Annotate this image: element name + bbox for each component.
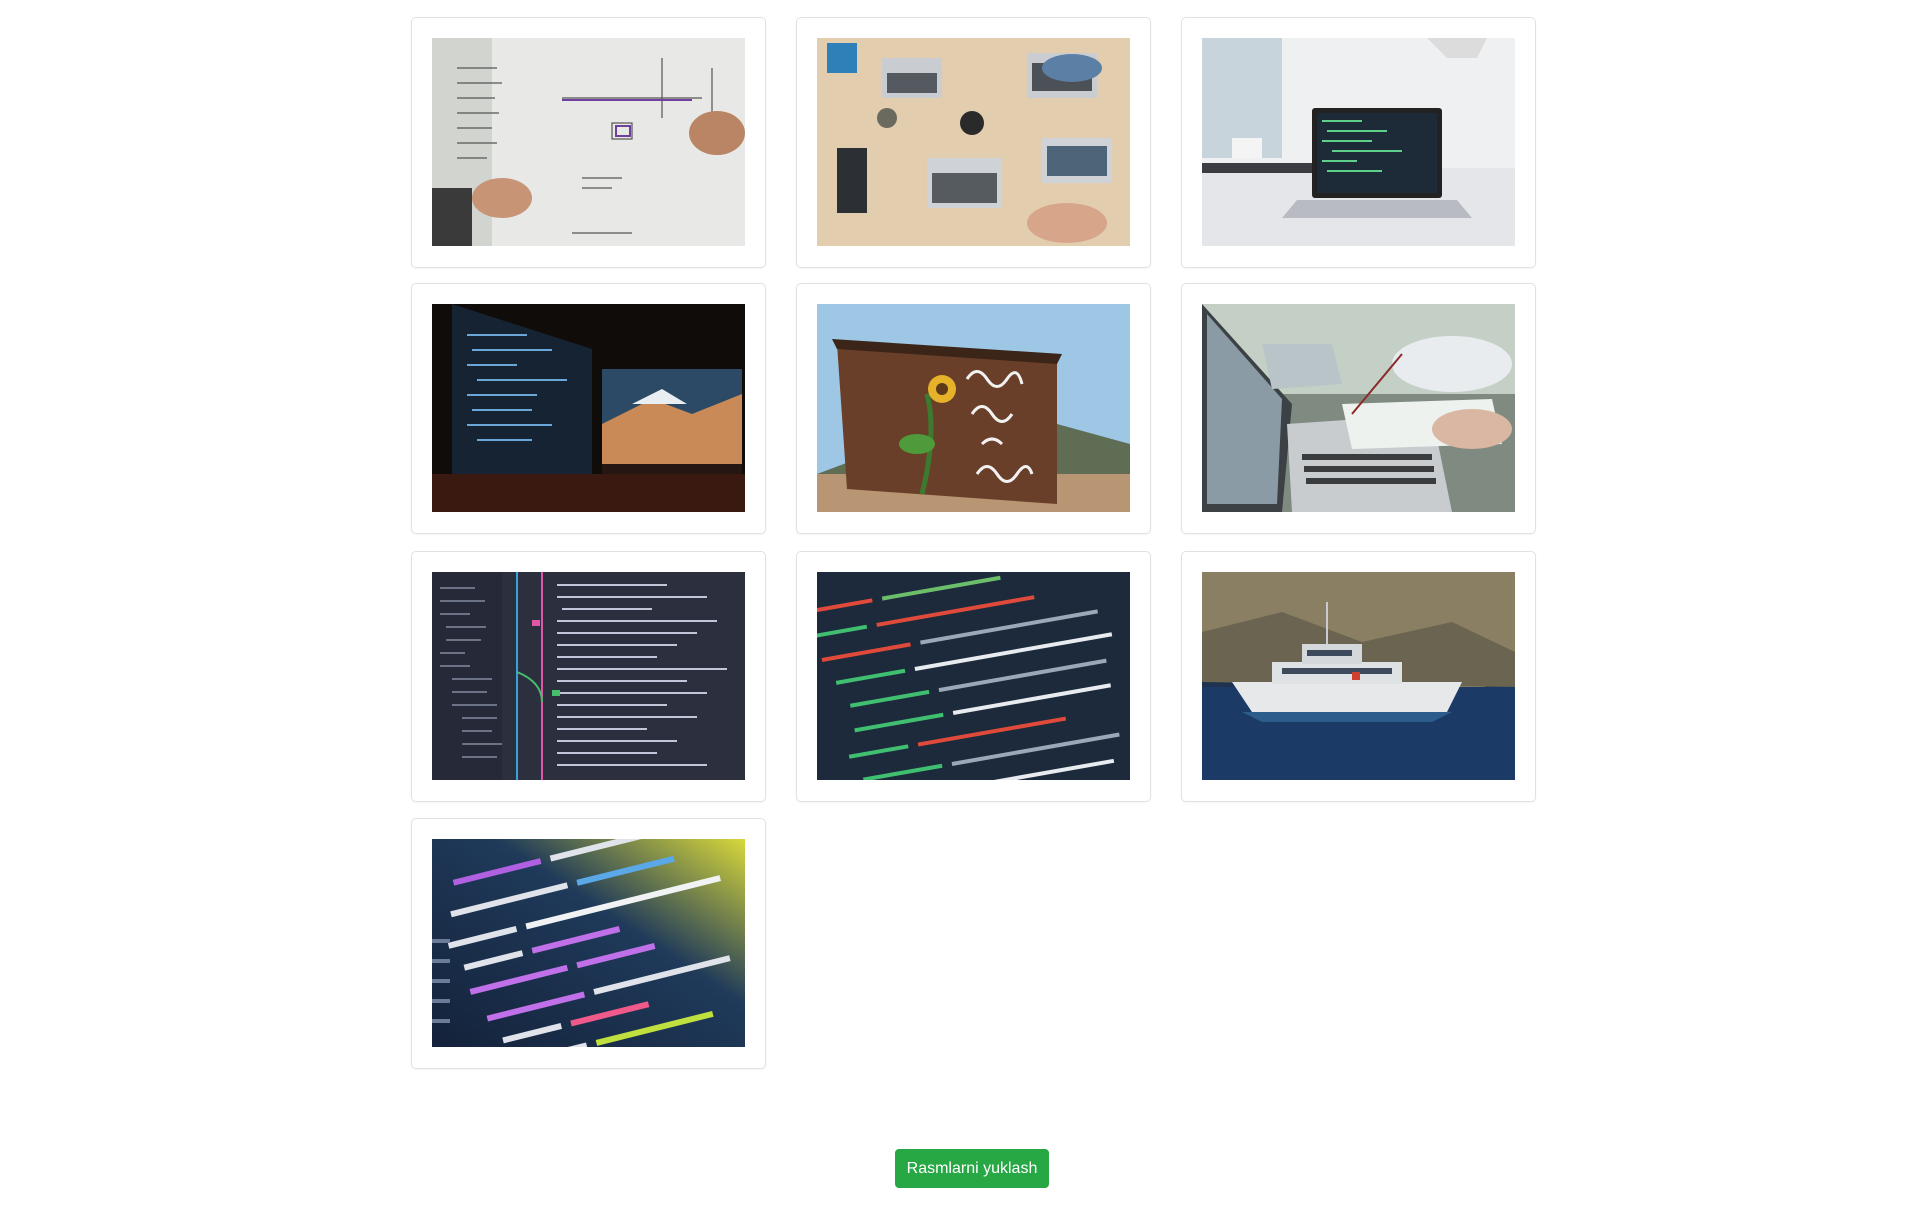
php-code-image: [432, 839, 745, 1047]
svg-code-image: [817, 572, 1130, 780]
gallery-card[interactable]: [1181, 283, 1536, 534]
gallery-card[interactable]: [411, 818, 766, 1069]
dual-monitor-image: [432, 304, 745, 512]
gallery-card[interactable]: [796, 17, 1151, 268]
gallery-card[interactable]: [411, 17, 766, 268]
gallery-card[interactable]: [796, 283, 1151, 534]
gallery-image[interactable]: [817, 572, 1130, 780]
laptop-code-image: [1202, 38, 1515, 246]
upload-images-button[interactable]: Rasmlarni yuklash: [895, 1149, 1049, 1188]
gallery-image[interactable]: [1202, 38, 1515, 246]
laptop-paperwork-image: [1202, 304, 1515, 512]
gallery-image[interactable]: [432, 572, 745, 780]
git-editor-image: [432, 572, 745, 780]
gallery-card[interactable]: [1181, 17, 1536, 268]
gallery-card[interactable]: [411, 283, 766, 534]
gallery-card[interactable]: [796, 551, 1151, 802]
image-gallery: [0, 0, 1920, 1100]
gallery-image[interactable]: [1202, 304, 1515, 512]
whiteboard-image: [432, 38, 745, 246]
boat-image: [1202, 572, 1515, 780]
gallery-image[interactable]: [817, 304, 1130, 512]
gallery-image[interactable]: [432, 38, 745, 246]
gallery-image[interactable]: [1202, 572, 1515, 780]
gallery-image[interactable]: [432, 839, 745, 1047]
gallery-image[interactable]: [817, 38, 1130, 246]
desk-laptops-image: [817, 38, 1130, 246]
gallery-card[interactable]: [411, 551, 766, 802]
gallery-image[interactable]: [432, 304, 745, 512]
gallery-card[interactable]: [1181, 551, 1536, 802]
grow-mural-image: [817, 304, 1130, 512]
